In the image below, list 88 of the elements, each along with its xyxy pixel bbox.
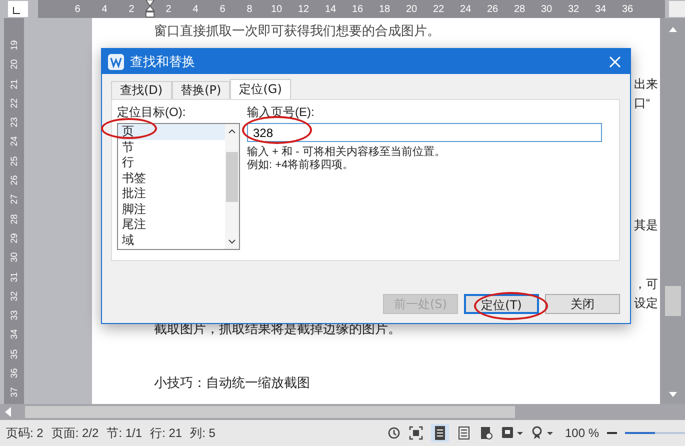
- ruler-number: 24: [458, 4, 472, 14]
- app-logo-icon: [108, 54, 124, 70]
- dialog-tab[interactable]: 定位(G): [230, 79, 291, 99]
- ruler-number: 6: [74, 4, 82, 14]
- ruler-number: 30: [8, 252, 20, 265]
- ruler-number: 19: [8, 40, 20, 53]
- ruler-number: 35: [8, 348, 20, 362]
- dialog-button[interactable]: 关闭: [545, 294, 620, 314]
- ruler-number: 32: [8, 290, 20, 304]
- close-icon[interactable]: [608, 54, 622, 68]
- ruler-number: 20: [8, 58, 20, 72]
- ruler-number: 6: [218, 4, 226, 14]
- document-text: ，可: [634, 276, 658, 293]
- scroll-down-icon[interactable]: [228, 239, 236, 245]
- ruler-number: 4: [192, 4, 200, 14]
- ruler-number: 14: [324, 4, 338, 14]
- zoom-level: 100 %: [564, 426, 599, 440]
- ruler-number: 30: [540, 4, 554, 14]
- ruler-number: 27: [8, 194, 20, 208]
- status-text: 页面: 2/2: [51, 424, 99, 442]
- ruler-number: 20: [404, 4, 418, 14]
- ruler-number: 36: [620, 4, 634, 14]
- ruler-number: 18: [378, 4, 392, 14]
- list-item[interactable]: 书签: [118, 170, 225, 186]
- ruler-number: 12: [296, 4, 310, 14]
- outline-view-icon[interactable]: [456, 426, 471, 440]
- ruler-number: 37: [8, 386, 20, 400]
- ruler-number: 22: [8, 98, 20, 111]
- fullscreen-icon[interactable]: [408, 426, 423, 440]
- list-item[interactable]: 域: [118, 232, 225, 248]
- ruler-number: 29: [8, 232, 20, 246]
- document-text: 小技巧：自动统一缩放截图: [154, 374, 311, 392]
- ruler-number: 36: [8, 368, 20, 381]
- web-view-icon[interactable]: [478, 426, 493, 440]
- hint-text: 例如: +4将前移四项。: [247, 159, 355, 172]
- ruler-number: 24: [8, 136, 20, 150]
- list-item[interactable]: 尾注: [118, 217, 225, 232]
- history-icon[interactable]: [386, 426, 401, 440]
- ruler-number: 34: [594, 4, 608, 14]
- document-text: 窗口直接抓取一次即可获得我们想要的合成图片。: [154, 22, 441, 40]
- ruler-number: 26: [486, 4, 500, 14]
- target-label: 定位目标(O):: [117, 104, 187, 121]
- ruler-number: 32: [566, 4, 580, 14]
- vertical-scrollbar[interactable]: [660, 18, 685, 404]
- ruler-number: 33: [8, 310, 20, 323]
- ruler-number: 26: [8, 174, 20, 188]
- list-item[interactable]: 页: [118, 124, 225, 140]
- dialog-tab[interactable]: 查找(D): [111, 81, 172, 99]
- list-item[interactable]: 脚注: [118, 202, 225, 217]
- ruler-number: 28: [8, 213, 20, 226]
- ruler-number: 23: [8, 116, 20, 130]
- list-item[interactable]: 行: [118, 155, 225, 170]
- list-item[interactable]: 节: [118, 140, 225, 155]
- ruler-number: 2: [164, 4, 172, 14]
- horizontal-scrollbar[interactable]: [0, 404, 685, 420]
- document-text: 出来: [634, 76, 658, 93]
- document-text: 其是: [634, 217, 658, 234]
- dialog-tab[interactable]: 替换(P): [172, 81, 230, 99]
- scroll-thumb[interactable]: [664, 286, 680, 316]
- ruler-number: 25: [8, 155, 20, 168]
- dialog-title: 查找和替换: [130, 52, 196, 70]
- indent-marker-icon[interactable]: [145, 0, 155, 18]
- ruler-number: 10: [270, 4, 284, 14]
- ruler-number: 21: [8, 78, 20, 92]
- ruler-number: 4: [100, 4, 108, 14]
- status-text: 行: 21: [150, 424, 182, 442]
- list-item[interactable]: 批注: [118, 186, 225, 202]
- status-text: 页码: 2: [6, 424, 44, 442]
- page-number-field[interactable]: 328: [247, 123, 602, 142]
- list-scrollbar[interactable]: [225, 124, 239, 249]
- ruler-number: 34: [8, 328, 20, 342]
- status-text: 列: 5: [190, 424, 216, 442]
- dialog-button[interactable]: 定位(T): [464, 294, 539, 314]
- ruler-number: 8: [246, 4, 254, 14]
- document-text: 设定: [634, 295, 658, 312]
- highlight-ellipse: [101, 118, 157, 139]
- tab-stop-icon[interactable]: [8, 1, 28, 17]
- scroll-thumb[interactable]: [25, 406, 515, 418]
- ruler-number: 22: [432, 4, 446, 14]
- ruler-number: 28: [512, 4, 526, 14]
- hint-text: 输入 + 和 - 可将相关内容移至当前位置。: [247, 146, 446, 159]
- page-view-icon[interactable]: [430, 424, 449, 442]
- ruler-number: 16: [350, 4, 364, 14]
- ruler-number: 31: [8, 271, 20, 284]
- status-text: 节: 1/1: [106, 424, 142, 442]
- document-text: 口“: [634, 95, 650, 112]
- ruler-number: 2: [128, 4, 136, 14]
- scroll-up-icon[interactable]: [228, 128, 236, 134]
